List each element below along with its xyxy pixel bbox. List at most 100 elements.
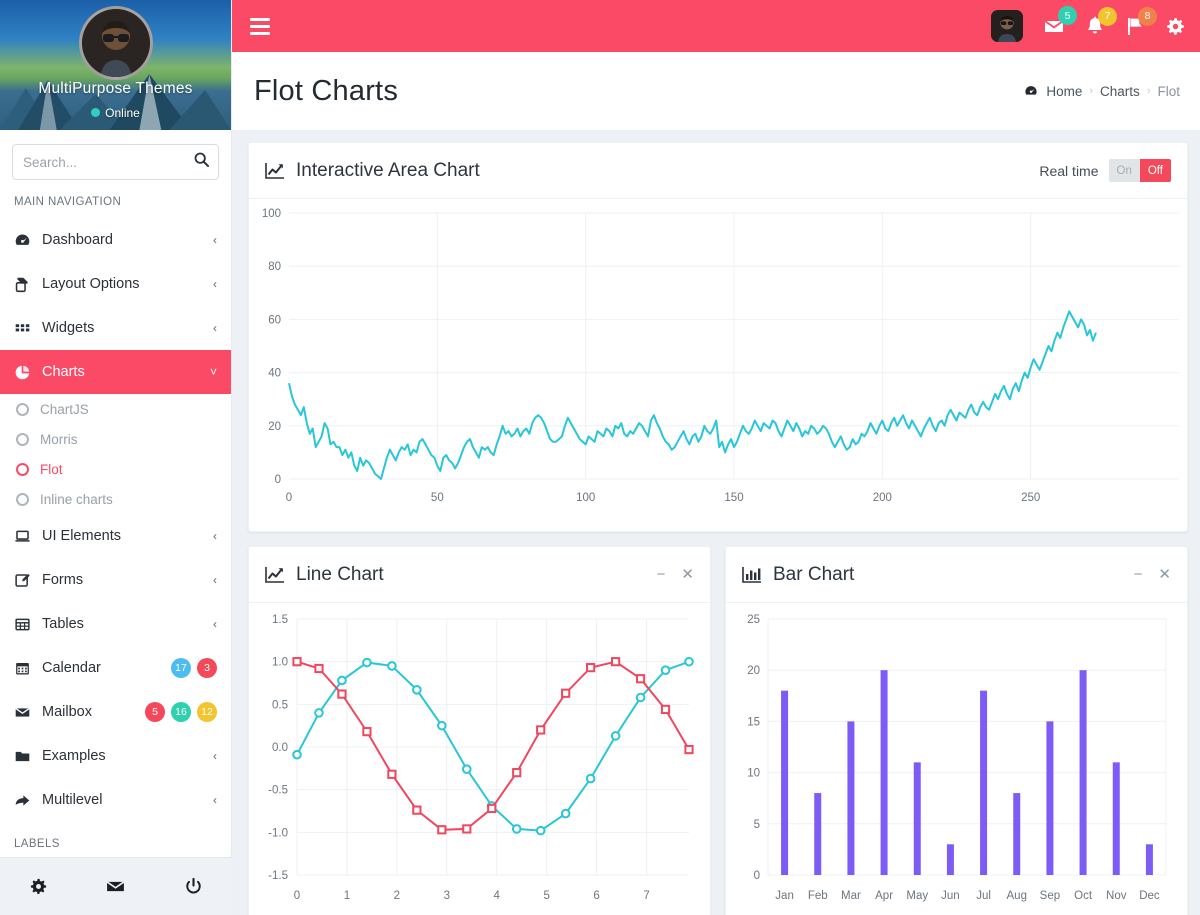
sidebar-item-layout-options[interactable]: Layout Options ‹ <box>0 262 231 306</box>
breadcrumb-item-charts[interactable]: Charts <box>1100 84 1140 99</box>
navbar-icons: 5 7 8 <box>991 6 1186 42</box>
svg-text:Aug: Aug <box>1007 890 1027 902</box>
line-chart-card: Line Chart − ✕ -1.5 -1.0 -0.5 0.0 0.5 1.0 1.5 0… <box>248 546 711 915</box>
status-badge: 5 <box>145 702 165 722</box>
svg-text:Nov: Nov <box>1106 890 1127 902</box>
hamburger-icon[interactable] <box>250 17 270 35</box>
sidebar-item-charts[interactable]: Charts ˅ <box>0 350 231 394</box>
svg-text:-0.5: -0.5 <box>268 785 288 797</box>
minimize-icon[interactable]: − <box>657 567 666 582</box>
gear-icon[interactable] <box>29 877 48 896</box>
search-icon[interactable] <box>194 152 210 172</box>
svg-text:Mar: Mar <box>841 890 861 902</box>
bar-chart-body: 0 5 10 15 20 25 Jan Feb Mar Apr May Jun Jul Aug Sep Oct… <box>726 603 1187 915</box>
envelope-icon[interactable]: 5 <box>1043 6 1077 37</box>
status-badge: 3 <box>197 658 217 678</box>
svg-text:0: 0 <box>294 890 300 902</box>
sidebar-item-label: Widgets <box>42 320 95 336</box>
interactive-area-chart[interactable]: 0 20 40 60 80 100 0 50 100 150 200 250 <box>249 199 1189 526</box>
svg-text:40: 40 <box>268 368 281 380</box>
profile-name: MultiPurpose Themes <box>38 80 193 97</box>
online-dot-icon <box>91 108 101 117</box>
envelope-icon[interactable] <box>105 876 126 897</box>
sidebar-item-tables[interactable]: Tables ‹ <box>0 602 231 646</box>
sidebar-item-label: Calendar <box>42 660 101 676</box>
minimize-icon[interactable]: − <box>1134 567 1143 582</box>
circle-icon <box>16 402 29 416</box>
submenu-item-label: Morris <box>40 431 78 447</box>
submenu-item-chartjs[interactable]: ChartJS <box>0 394 231 424</box>
interactive-area-chart-card: Interactive Area Chart Real time On Off … <box>248 142 1188 532</box>
close-icon[interactable]: ✕ <box>1158 567 1171 582</box>
avatar[interactable] <box>991 10 1023 42</box>
close-icon[interactable]: ✕ <box>681 567 694 582</box>
svg-text:6: 6 <box>593 890 599 902</box>
search-input[interactable] <box>13 145 218 179</box>
sidebar-item-dashboard[interactable]: Dashboard ‹ <box>0 218 231 262</box>
svg-text:May: May <box>906 890 928 902</box>
submenu-item-label: Flot <box>40 461 63 477</box>
page-header: Flot Charts Home › Charts › Flot <box>232 52 1200 130</box>
sidebar-item-label: Layout Options <box>42 276 140 292</box>
page-title: Flot Charts <box>254 74 399 107</box>
power-icon[interactable] <box>184 877 203 896</box>
card-title: Line Chart <box>265 564 384 586</box>
chevron-left-icon: ‹ <box>213 321 217 335</box>
flag-icon[interactable]: 8 <box>1125 6 1157 37</box>
submenu-item-inline-charts[interactable]: Inline charts <box>0 484 231 514</box>
card-header: Bar Chart − ✕ <box>726 547 1187 603</box>
sidebar-profile: MultiPurpose Themes Online <box>0 0 231 130</box>
sidebar-search <box>0 130 231 190</box>
submenu-item-flot[interactable]: Flot <box>0 454 231 484</box>
card-header: Interactive Area Chart Real time On Off <box>249 143 1187 199</box>
status-badge: 16 <box>171 702 191 722</box>
toggle-off-option[interactable]: Off <box>1139 159 1171 182</box>
svg-text:80: 80 <box>268 261 281 273</box>
bell-icon[interactable]: 7 <box>1085 6 1117 37</box>
submenu-item-morris[interactable]: Morris <box>0 424 231 454</box>
bar-chart[interactable]: 0 5 10 15 20 25 Jan Feb Mar Apr May Jun Jul Aug Sep Oct… <box>726 603 1181 915</box>
sidebar-item-examples[interactable]: Examples ‹ <box>0 734 231 778</box>
chevron-left-icon: ‹ <box>213 529 217 543</box>
status-badge: 17 <box>171 658 191 678</box>
breadcrumb-item-home[interactable]: Home <box>1046 84 1082 99</box>
svg-text:60: 60 <box>268 314 281 326</box>
svg-text:50: 50 <box>431 492 444 504</box>
svg-text:250: 250 <box>1021 492 1040 504</box>
sidebar-item-forms[interactable]: Forms ‹ <box>0 558 231 602</box>
toggle-on-option[interactable]: On <box>1108 159 1140 182</box>
pie-chart-icon <box>14 364 42 381</box>
svg-text:7: 7 <box>643 890 649 902</box>
badge-count: 5 <box>1058 6 1077 25</box>
sidebar-item-label: Charts <box>42 364 85 380</box>
svg-text:0.0: 0.0 <box>272 742 288 754</box>
line-chart[interactable]: -1.5 -1.0 -0.5 0.0 0.5 1.0 1.5 0 1 2 3 4 5 6 7 <box>249 603 704 915</box>
svg-text:0: 0 <box>754 870 760 882</box>
svg-text:Feb: Feb <box>808 890 828 902</box>
sidebar-item-ui-elements[interactable]: UI Elements ‹ <box>0 514 231 558</box>
svg-text:Jun: Jun <box>941 890 960 902</box>
envelope-icon <box>14 704 42 721</box>
laptop-icon <box>14 528 42 545</box>
svg-text:0.5: 0.5 <box>272 699 288 711</box>
area-chart-body: 0 20 40 60 80 100 0 50 100 150 200 250 <box>249 199 1187 531</box>
sidebar-item-calendar[interactable]: Calendar 17 3 <box>0 646 231 690</box>
sidebar-footer <box>0 857 232 915</box>
breadcrumb-separator: › <box>1089 85 1094 97</box>
profile-status: Online <box>0 106 231 120</box>
card-title: Bar Chart <box>742 564 854 586</box>
chevron-left-icon: ‹ <box>213 749 217 763</box>
sidebar-item-label: Multilevel <box>42 792 103 808</box>
svg-text:100: 100 <box>576 492 595 504</box>
realtime-toggle[interactable]: On Off <box>1108 159 1171 182</box>
breadcrumb-item-flot: Flot <box>1157 83 1180 99</box>
gear-icon[interactable] <box>1165 16 1186 37</box>
sidebar-item-widgets[interactable]: Widgets ‹ <box>0 306 231 350</box>
svg-text:4: 4 <box>494 890 501 902</box>
avatar[interactable] <box>78 6 153 80</box>
sidebar-item-mailbox[interactable]: Mailbox 5 16 12 <box>0 690 231 734</box>
svg-text:Apr: Apr <box>875 890 893 902</box>
svg-text:25: 25 <box>747 614 760 626</box>
sidebar-item-multilevel[interactable]: Multilevel ‹ <box>0 778 231 822</box>
svg-text:Sep: Sep <box>1040 890 1060 902</box>
